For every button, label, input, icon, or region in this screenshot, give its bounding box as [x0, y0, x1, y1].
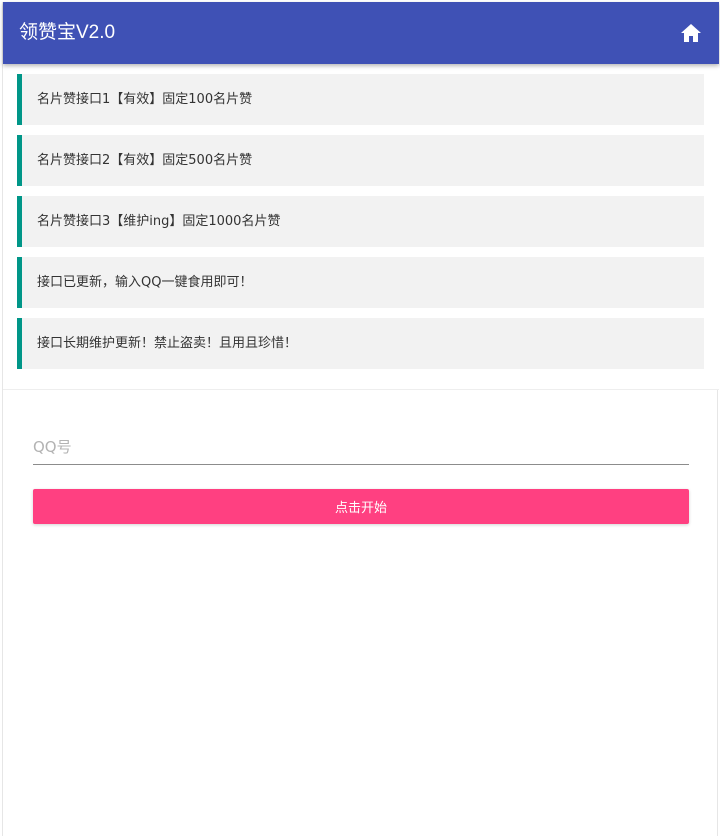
page-frame: 领赞宝V2.0 名片赞接口1【有效】固定100名片赞 名片赞接口2【有效】固定5…: [2, 2, 719, 836]
notice-list: 名片赞接口1【有效】固定100名片赞 名片赞接口2【有效】固定500名片赞 名片…: [3, 64, 719, 390]
notice-item-5: 接口长期维护更新！禁止盗卖！且用且珍惜！: [17, 318, 704, 369]
notice-item-4: 接口已更新，输入QQ一键食用即可！: [17, 257, 704, 308]
app-title: 领赞宝V2.0: [19, 22, 116, 43]
notice-item-2: 名片赞接口2【有效】固定500名片赞: [17, 135, 704, 186]
notice-item-1: 名片赞接口1【有效】固定100名片赞: [17, 74, 704, 125]
qq-input[interactable]: [33, 429, 689, 465]
home-button[interactable]: [675, 17, 707, 49]
notice-item-3: 名片赞接口3【维护ing】固定1000名片赞: [17, 196, 704, 247]
home-icon: [681, 24, 701, 42]
start-button[interactable]: 点击开始: [33, 489, 689, 524]
app-header: 领赞宝V2.0: [3, 2, 719, 64]
